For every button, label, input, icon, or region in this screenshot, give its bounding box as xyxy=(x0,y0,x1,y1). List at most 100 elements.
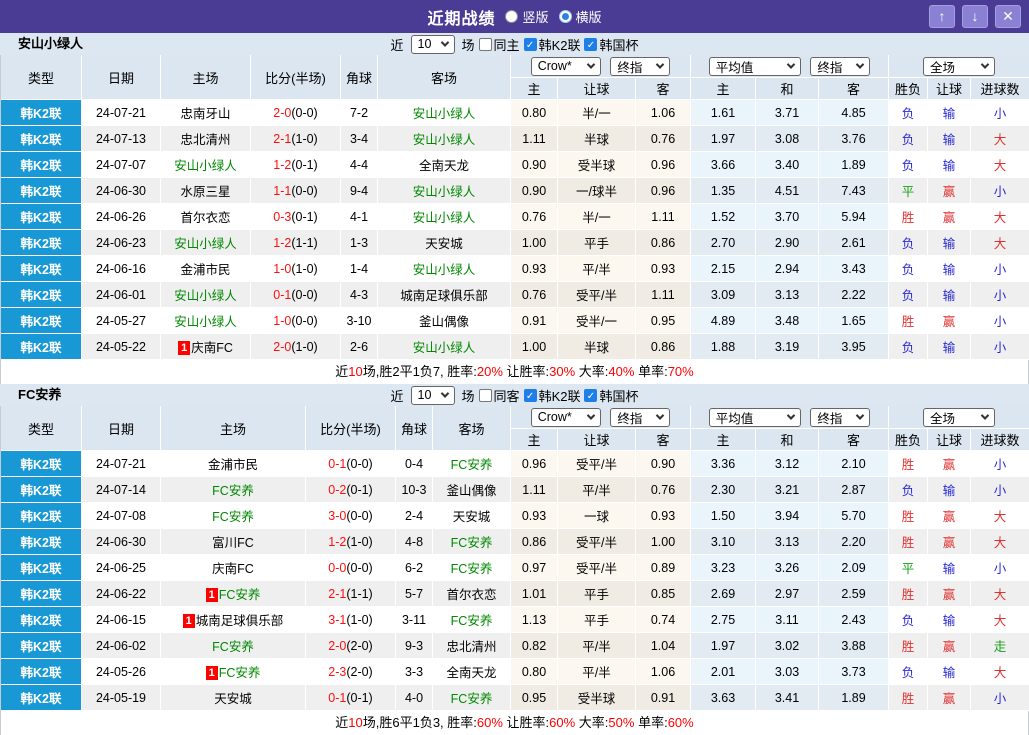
cell-away-team: 釜山偶像 xyxy=(378,308,511,334)
cell-handicap-line: 受平/半 xyxy=(558,529,636,555)
cell-away-odds: 0.96 xyxy=(636,152,691,178)
subcol-header-handicap: 让球 xyxy=(558,429,636,451)
cell-date: 24-06-02 xyxy=(82,633,161,659)
move-up-button[interactable]: ↑ xyxy=(929,5,955,28)
cup-filter-checkbox[interactable]: 韩国杯 xyxy=(584,35,638,54)
final-avg-select[interactable]: 终指 xyxy=(810,407,871,427)
cell-result-outcome: 负 xyxy=(889,100,929,126)
team-name: 安山小绿人 xyxy=(18,36,84,51)
cell-home-odds: 0.80 xyxy=(511,659,558,685)
cell-avg-away: 2.22 xyxy=(819,282,890,308)
cell-corners: 0-4 xyxy=(396,451,433,477)
close-button[interactable]: ✕ xyxy=(995,5,1021,28)
match-count-select[interactable]: 10 xyxy=(410,34,455,54)
cell-league: 韩K2联 xyxy=(1,607,82,633)
table-row: 韩K2联 24-07-21 金浦市民 0-1(0-0) 0-4 FC安养 0.96 受平/半 0… xyxy=(1,451,1029,477)
same-venue-checkbox[interactable]: 同客 xyxy=(478,386,520,405)
cell-away-odds: 0.90 xyxy=(636,451,691,477)
fulltime-score: 0-2 xyxy=(328,482,347,497)
cell-corners: 9-4 xyxy=(341,178,378,204)
team-label: FC安养 xyxy=(212,640,254,654)
final-avg-select[interactable]: 终指 xyxy=(810,56,871,76)
cell-corners: 4-3 xyxy=(341,282,378,308)
cell-handicap-line: 平手 xyxy=(558,581,636,607)
cell-result-goals: 大 xyxy=(971,126,1029,152)
league-filter-checkbox[interactable]: 韩K2联 xyxy=(523,386,580,405)
team-label: 首尔衣恋 xyxy=(180,211,231,225)
cell-league: 韩K2联 xyxy=(1,503,82,529)
cell-result-handicap: 输 xyxy=(928,152,972,178)
average-select[interactable]: 平均值 xyxy=(708,56,801,76)
cell-league: 韩K2联 xyxy=(1,633,82,659)
halftime-score: (2-0) xyxy=(346,664,373,679)
team-label: 安山小绿人 xyxy=(412,211,476,225)
summary-text: 70% xyxy=(667,364,694,379)
cup-filter-checkbox[interactable]: 韩国杯 xyxy=(584,386,638,405)
cell-corners: 3-10 xyxy=(341,308,378,334)
layout-radio-vertical[interactable]: 竖版 xyxy=(505,7,549,26)
cell-score: 0-1(0-0) xyxy=(251,282,341,308)
move-down-button[interactable]: ↓ xyxy=(962,5,988,28)
fulltime-score: 0-1 xyxy=(328,456,347,471)
fulltime-score: 0-0 xyxy=(328,560,347,575)
cell-result-outcome: 负 xyxy=(889,334,929,360)
cell-score: 1-0(1-0) xyxy=(251,256,341,282)
halftime-score: (0-0) xyxy=(291,313,318,328)
final-odds-select[interactable]: 终指 xyxy=(610,407,671,427)
halftime-score: (1-0) xyxy=(291,261,318,276)
league-filter-checkbox[interactable]: 韩K2联 xyxy=(523,35,580,54)
cell-date: 24-07-21 xyxy=(82,100,161,126)
average-group-header: 平均值 终指 xyxy=(691,55,890,78)
summary-text: 10 xyxy=(348,715,363,730)
match-count-select[interactable]: 10 xyxy=(410,385,455,405)
cell-date: 24-07-14 xyxy=(82,477,161,503)
cell-avg-draw: 3.12 xyxy=(756,451,819,477)
team-section: FC安养 近 10 场 同客 韩K2联 韩国杯 xyxy=(0,384,1029,735)
checkbox-label: 同客 xyxy=(493,388,520,404)
cell-result-handicap: 输 xyxy=(928,334,972,360)
cell-league: 韩K2联 xyxy=(1,126,82,152)
match-scope-select[interactable]: 全场 xyxy=(923,407,996,427)
table-row: 韩K2联 24-06-16 金浦市民 1-0(1-0) 1-4 安山小绿人 0.93 平/半 0… xyxy=(1,256,1029,282)
cell-result-handicap: 输 xyxy=(928,555,972,581)
final-odds-select[interactable]: 终指 xyxy=(610,56,671,76)
cell-avg-draw: 3.13 xyxy=(756,282,819,308)
cell-result-outcome: 负 xyxy=(889,256,929,282)
cell-avg-draw: 3.19 xyxy=(756,334,819,360)
summary-row: 近10场,胜2平1负7, 胜率:20% 让胜率:30% 大率:40% 单率:70… xyxy=(0,360,1029,384)
halftime-score: (0-1) xyxy=(291,209,318,224)
cell-result-handicap: 赢 xyxy=(928,529,972,555)
subcol-header-handicap-result: 让球 xyxy=(928,429,972,451)
cell-home-odds: 1.01 xyxy=(511,581,558,607)
halftime-score: (0-0) xyxy=(346,508,373,523)
match-scope-select[interactable]: 全场 xyxy=(923,56,996,76)
cell-avg-home: 2.30 xyxy=(691,477,756,503)
bookmaker-select[interactable]: Crow* xyxy=(530,407,601,427)
team-label: FC安养 xyxy=(218,666,261,680)
table-row: 韩K2联 24-07-14 FC安养 0-2(0-1) 10-3 釜山偶像 1.11 平/半 0… xyxy=(1,477,1029,503)
near-label: 近 xyxy=(390,37,404,53)
odds-group-header: Crow* 终指 xyxy=(511,406,691,429)
cell-result-outcome: 胜 xyxy=(889,503,929,529)
bookmaker-select[interactable]: Crow* xyxy=(530,56,601,76)
cell-avg-away: 3.95 xyxy=(819,334,890,360)
cell-result-handicap: 赢 xyxy=(928,308,972,334)
fulltime-score: 0-1 xyxy=(273,287,292,302)
cell-league: 韩K2联 xyxy=(1,152,82,178)
games-label: 场 xyxy=(461,37,475,53)
cell-away-odds: 0.86 xyxy=(636,230,691,256)
layout-radio-horizontal[interactable]: 横版 xyxy=(558,7,602,26)
average-select[interactable]: 平均值 xyxy=(708,407,801,427)
cell-result-goals: 大 xyxy=(971,529,1029,555)
same-venue-checkbox[interactable]: 同主 xyxy=(478,35,520,54)
team-label: FC安养 xyxy=(450,614,493,628)
subcol-header-avg-draw: 和 xyxy=(756,78,819,100)
halftime-score: (0-0) xyxy=(346,456,373,471)
close-icon: ✕ xyxy=(1002,8,1014,24)
cell-avg-home: 4.89 xyxy=(691,308,756,334)
halftime-score: (1-0) xyxy=(346,612,373,627)
cell-avg-away: 3.43 xyxy=(819,256,890,282)
match-count-value: 10 xyxy=(417,37,432,51)
cell-home-team: FC安养 xyxy=(161,633,306,659)
summary-text: 30% xyxy=(549,364,576,379)
